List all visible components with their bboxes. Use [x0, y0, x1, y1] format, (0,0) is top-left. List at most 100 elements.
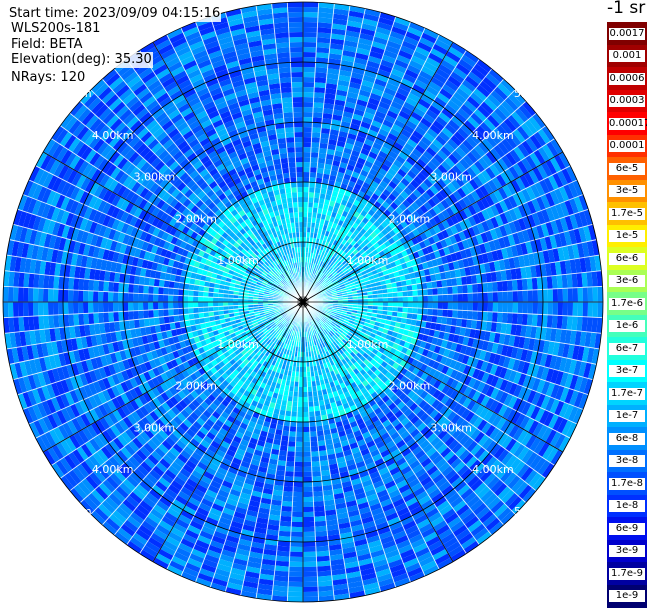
range-gate-cell: [281, 435, 289, 441]
range-gate-cell: [431, 281, 437, 289]
range-gate-cell: [543, 289, 548, 302]
range-gate-cell: [303, 387, 308, 392]
range-gate-cell: [285, 466, 294, 472]
range-gate-cell: [523, 302, 528, 314]
range-gate-cell: [277, 546, 290, 552]
range-gate-cell: [457, 285, 463, 294]
range-gate-cell: [487, 312, 493, 322]
range-gate-cell: [458, 302, 463, 310]
range-gate-cell: [573, 288, 578, 302]
range-gate-cell: [278, 531, 291, 537]
range-gate-cell: [303, 422, 310, 427]
range-gate-cell: [303, 82, 315, 87]
range-gate-cell: [467, 284, 473, 293]
range-gate-cell: [441, 317, 447, 325]
range-gate-cell: [319, 148, 328, 154]
range-gate-cell: [288, 582, 303, 587]
range-gate-cell: [303, 42, 317, 47]
range-gate-cell: [291, 411, 297, 416]
range-gate-cell: [502, 312, 508, 323]
range-gate-cell: [527, 278, 533, 290]
range-gate-cell: [508, 302, 513, 313]
range-gate-cell: [313, 107, 323, 113]
range-gate-cell: [303, 117, 313, 122]
range-gate-cell: [303, 537, 316, 542]
range-gate-cell: [303, 152, 311, 157]
range-gate-cell: [423, 302, 428, 309]
range-gate-cell: [303, 102, 313, 107]
range-gate-cell: [436, 316, 442, 324]
range-gate-cell: [286, 456, 295, 462]
range-gate-cell: [303, 482, 313, 487]
range-gate-cell: [315, 526, 327, 532]
range-gate-cell: [286, 461, 295, 467]
range-gate-cell: [303, 552, 316, 557]
ppi-scan-plot: 1.00km1.00km1.00km1.00km2.00km2.00km2.00…: [0, 0, 607, 607]
range-gate-cell: [291, 522, 303, 527]
range-gate-cell: [303, 402, 308, 407]
range-gate-cell: [547, 276, 553, 289]
range-gate-cell: [303, 462, 312, 467]
range-gate-cell: [303, 442, 311, 447]
range-gate-cell: [303, 582, 318, 587]
range-gate-cell: [448, 294, 453, 302]
range-gate-cell: [310, 436, 318, 442]
range-gate-cell: [288, 441, 296, 447]
range-gate-cell: [315, 67, 328, 73]
range-gate-cell: [290, 416, 297, 421]
range-gate-cell: [523, 290, 528, 302]
range-gate-cell: [303, 142, 311, 147]
range-gate-cell: [317, 435, 325, 441]
range-gate-cell: [285, 471, 294, 477]
range-gate-cell: [438, 302, 443, 309]
range-gate-cell: [473, 302, 478, 311]
range-gate-cell: [451, 278, 457, 287]
range-gate-cell: [303, 67, 315, 72]
range-gate-cell: [507, 280, 513, 291]
range-gate-cell: [317, 168, 325, 174]
range-gate-cell: [303, 87, 314, 92]
range-gate-cell: [315, 77, 327, 83]
range-gate-cell: [507, 313, 513, 324]
range-gate-cell: [451, 318, 457, 327]
range-gate-cell: [427, 288, 433, 295]
range-gate-cell: [408, 296, 413, 302]
range-gate-cell: [298, 392, 303, 397]
range-gate-cell: [441, 279, 447, 287]
range-gate-cell: [279, 450, 288, 456]
range-gate-cell: [303, 517, 315, 522]
range-gate-cell: [498, 302, 503, 312]
range-gate-cell: [303, 532, 315, 537]
range-gate-cell: [303, 32, 317, 37]
range-gate-cell: [303, 132, 312, 137]
range-gate-cell: [513, 302, 518, 313]
range-gate-cell: [303, 472, 312, 477]
range-gate-cell: [303, 137, 312, 142]
range-gate-cell: [563, 288, 568, 302]
range-gate-cell: [393, 302, 398, 307]
range-gate-cell: [503, 302, 508, 313]
range-gate-cell: [432, 288, 438, 295]
range-gate-cell: [303, 587, 318, 592]
range-gate-cell: [291, 527, 303, 532]
range-gate-cell: [281, 511, 292, 517]
range-gate-cell: [458, 294, 463, 302]
range-gate-cell: [313, 496, 324, 502]
range-gate-cell: [295, 457, 303, 462]
range-gate-cell: [296, 432, 303, 437]
range-gate-cell: [303, 202, 308, 207]
range-gate-cell: [293, 497, 303, 502]
range-gate-cell: [417, 308, 422, 315]
range-gate-cell: [522, 314, 528, 326]
range-gate-cell: [282, 430, 290, 436]
range-gate-cell: [452, 310, 458, 318]
range-gate-cell: [598, 286, 603, 302]
range-gate-cell: [303, 177, 310, 182]
range-gate-cell: [303, 477, 312, 482]
range-gate-cell: [303, 572, 317, 577]
range-gate-cell: [303, 27, 317, 32]
range-gate-cell: [533, 302, 538, 314]
range-gate-cell: [289, 572, 303, 577]
range-gate-cell: [446, 317, 452, 325]
range-gate-cell: [443, 294, 448, 302]
